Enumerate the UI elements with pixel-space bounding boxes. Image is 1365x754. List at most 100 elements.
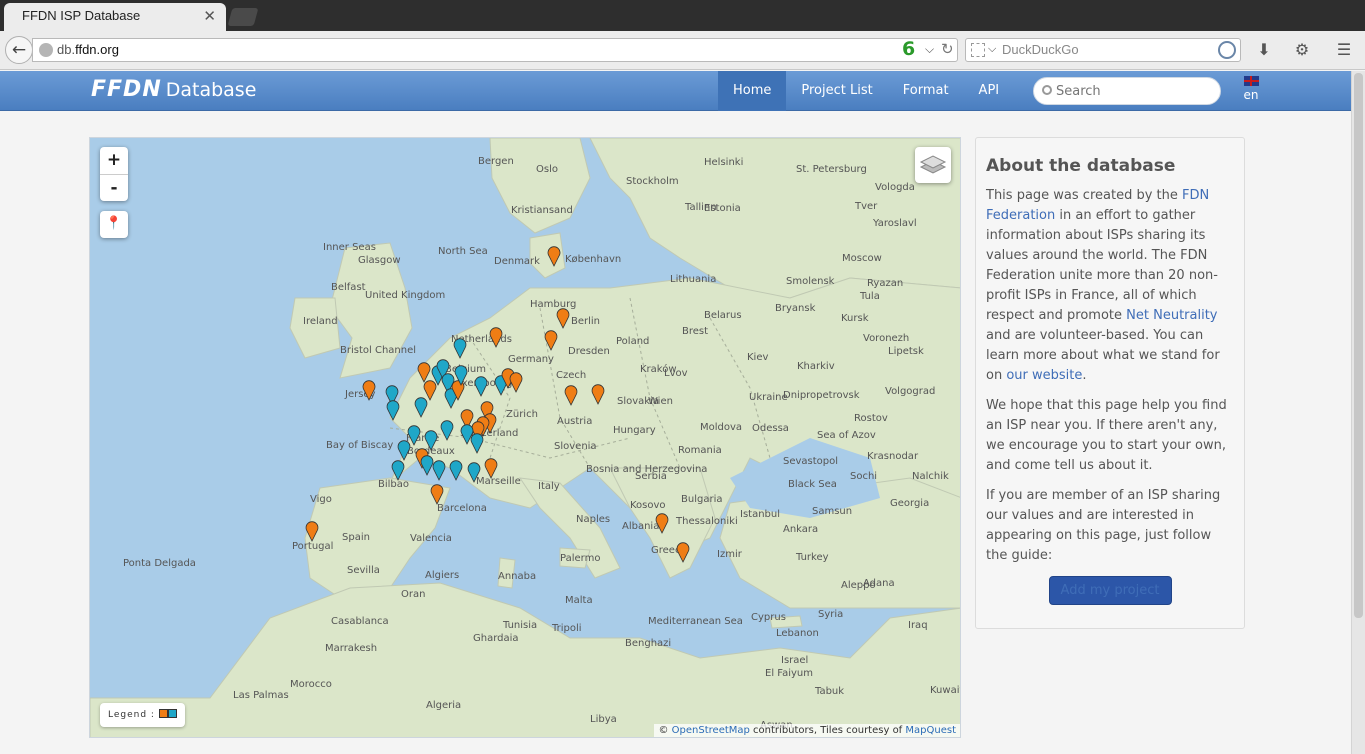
isp-marker-blue[interactable]	[449, 460, 463, 481]
our-website-link[interactable]: our website	[1006, 368, 1082, 383]
map-label: St. Petersburg	[796, 164, 867, 175]
map-label: Glasgow	[358, 255, 401, 266]
legend-swatch-orange	[158, 709, 168, 718]
brand-name: Database	[165, 79, 257, 101]
map-label: Tver	[854, 201, 878, 212]
map-label: Turkey	[795, 552, 829, 563]
map-label: Slovenia	[554, 441, 597, 452]
map-label: Ponta Delgada	[123, 558, 196, 569]
osm-link[interactable]: OpenStreetMap	[672, 725, 750, 736]
browser-search-placeholder: DuckDuckGo	[1002, 42, 1079, 57]
map-label: Bay of Biscay	[326, 440, 393, 451]
map-label: Tabuk	[814, 686, 844, 697]
close-icon[interactable]: ✕	[203, 7, 216, 25]
main-nav: Home Project List Format API	[718, 71, 1014, 111]
map-label: Kosovo	[630, 500, 666, 511]
page-scrollbar[interactable]	[1351, 71, 1365, 754]
browser-tab[interactable]: FFDN ISP Database ✕	[4, 3, 226, 32]
map-label: Ryazan	[867, 278, 903, 289]
zoom-out-button[interactable]: -	[100, 174, 128, 201]
nav-format[interactable]: Format	[888, 71, 964, 111]
map-label: Samsun	[812, 506, 852, 517]
add-project-button[interactable]: Add my project	[1048, 576, 1172, 605]
reload-icon[interactable]: ↻	[941, 40, 954, 58]
search-input[interactable]	[1056, 78, 1206, 104]
map-label: Oslo	[536, 164, 558, 175]
search-engine-icon[interactable]	[971, 43, 985, 57]
map-label: Ukraine	[749, 392, 788, 403]
map-label: Stockholm	[626, 176, 679, 187]
map-label: Ireland	[303, 316, 338, 327]
map-label: Vologda	[875, 182, 915, 193]
zoom-control: + -	[100, 147, 128, 201]
map-label: København	[565, 254, 621, 265]
pin-icon: 📍	[105, 216, 123, 231]
isp-map[interactable]: Bergen Oslo Stockholm Helsinki St. Petersbur…	[89, 137, 961, 738]
map-tiles: Bergen Oslo Stockholm Helsinki St. Petersbur…	[90, 138, 960, 737]
zoom-in-button[interactable]: +	[100, 147, 128, 174]
map-label: Casablanca	[331, 616, 389, 627]
map-label: Marrakesh	[325, 643, 377, 654]
chevron-down-icon[interactable]: ⌵	[988, 42, 996, 56]
layers-button[interactable]	[915, 147, 951, 183]
gear-icon[interactable]: ⚙	[1291, 39, 1313, 61]
browser-search-bar[interactable]: ⌵ DuckDuckGo	[965, 38, 1241, 62]
map-label: Lvov	[664, 368, 688, 379]
nav-home[interactable]: Home	[718, 71, 787, 111]
locate-button[interactable]: 📍	[100, 211, 128, 238]
map-label: Barcelona	[437, 503, 487, 514]
map-label: Czech	[556, 370, 586, 381]
isp-marker-blue[interactable]	[420, 455, 434, 476]
globe-icon	[39, 43, 53, 57]
map-label: North Sea	[438, 246, 488, 257]
map-label: Sevilla	[347, 565, 380, 576]
map-label: Brest	[682, 326, 708, 337]
address-bar[interactable]: db.ffdn.org 6 ⌵ ↻	[32, 38, 958, 62]
new-tab-button[interactable]	[227, 8, 259, 26]
map-label: Iraq	[908, 620, 928, 631]
map-label: Voronezh	[863, 333, 909, 344]
net-neutrality-link[interactable]: Net Neutrality	[1126, 308, 1217, 323]
language-switcher[interactable]: en	[1242, 76, 1260, 102]
map-label: El Faiyum	[765, 668, 813, 679]
map-label: Serbia	[635, 471, 667, 482]
mapquest-link[interactable]: MapQuest	[905, 725, 956, 736]
nav-project-list[interactable]: Project List	[786, 71, 887, 111]
map-label: Sochi	[850, 471, 877, 482]
map-label: Hamburg	[530, 299, 576, 310]
back-arrow-icon[interactable]: ←	[5, 36, 33, 64]
map-label: Lipetsk	[888, 346, 924, 357]
about-title: About the database	[986, 156, 1176, 176]
site-brand[interactable]: FFDN Database	[91, 77, 256, 102]
map-label: Italy	[538, 481, 560, 492]
map-label: Nalchik	[912, 471, 949, 482]
map-label: Moldova	[700, 422, 742, 433]
chevron-down-icon[interactable]: ⌵	[925, 42, 934, 57]
about-paragraph-3: If you are member of an ISP sharing our …	[986, 488, 1221, 563]
map-label: Tunisia	[502, 620, 537, 631]
isp-marker-blue[interactable]	[432, 460, 446, 481]
count-badge: 6	[902, 38, 916, 60]
map-label: Cyprus	[751, 612, 786, 623]
map-label: Kiev	[747, 352, 768, 363]
site-search	[1033, 77, 1221, 105]
map-label: Mediterranean Sea	[648, 616, 743, 627]
map-label: Odessa	[752, 423, 789, 434]
ffdn-logo: FFDN	[91, 77, 162, 102]
map-label: United Kingdom	[365, 290, 445, 301]
download-icon[interactable]: ⬇	[1253, 39, 1275, 61]
scrollbar-thumb[interactable]	[1354, 73, 1363, 618]
map-label: Vigo	[310, 494, 332, 505]
menu-icon[interactable]: ☰	[1333, 39, 1355, 61]
map-label: Istanbul	[740, 509, 780, 520]
map-label: Tula	[859, 291, 880, 302]
map-label: Ghardaia	[473, 633, 519, 644]
nav-api[interactable]: API	[964, 71, 1015, 111]
search-icon[interactable]	[1218, 41, 1236, 59]
uk-flag-icon	[1243, 76, 1259, 86]
map-label: Belfast	[331, 282, 366, 293]
about-paragraph-1: This page was created by the FDN Federat…	[986, 188, 1220, 383]
map-label: Wien	[648, 396, 673, 407]
map-label: Romania	[678, 445, 722, 456]
map-label: Kristiansand	[511, 205, 573, 216]
